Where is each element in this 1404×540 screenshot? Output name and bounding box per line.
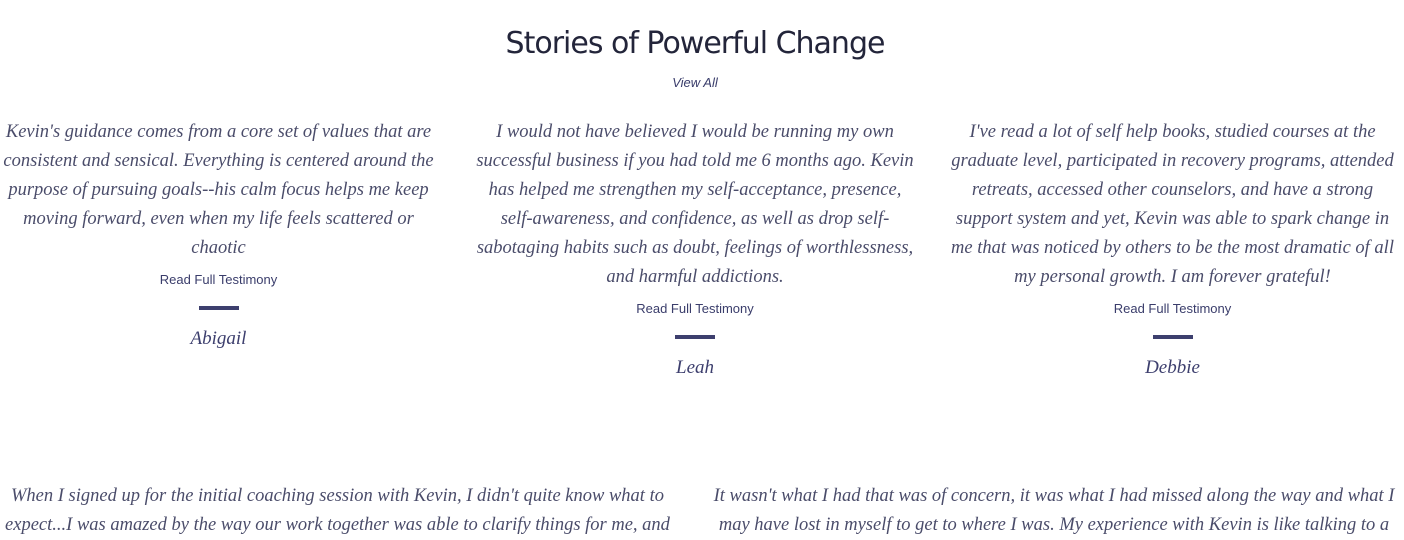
testimonial-divider — [675, 335, 715, 339]
testimonial-quote: I've read a lot of self help books, stud… — [951, 122, 1394, 287]
read-full-testimony-link[interactable]: Read Full Testimony — [636, 301, 754, 316]
read-full-testimony-link[interactable]: Read Full Testimony — [1114, 301, 1232, 316]
testimonial-quote: I would not have believed I would be run… — [476, 122, 914, 287]
testimonial-card-leah: I would not have believed I would be run… — [472, 118, 918, 379]
testimonial-quote: It wasn't what I had that was of concern… — [713, 486, 1395, 535]
testimonial-author: Abigail — [190, 328, 247, 349]
section-title: Stories of Powerful Change — [505, 26, 886, 61]
testimonial-card-abigail: Kevin's guidance comes from a core set o… — [0, 118, 437, 350]
view-all-link[interactable]: View All — [0, 75, 1390, 90]
testimonial-card-debbie: I've read a lot of self help books, stud… — [945, 118, 1400, 379]
testimonial-quote: When I signed up for the initial coachin… — [5, 486, 670, 535]
testimonial-card: It wasn't what I had that was of concern… — [710, 482, 1398, 540]
testimonial-divider — [198, 306, 239, 310]
testimonial-author: Debbie — [1145, 357, 1200, 378]
testimonial-author: Leah — [676, 357, 714, 378]
testimonial-card: When I signed up for the initial coachin… — [0, 482, 675, 540]
testimonial-quote: Kevin's guidance comes from a core set o… — [3, 122, 434, 258]
testimonial-divider — [1152, 335, 1193, 339]
read-full-testimony-link[interactable]: Read Full Testimony — [160, 272, 278, 287]
